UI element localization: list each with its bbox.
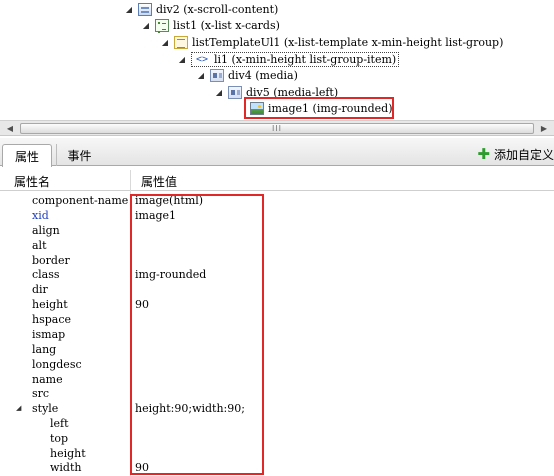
- property-row[interactable]: ismap: [0, 327, 554, 342]
- collapse-triangle-icon[interactable]: ◢: [177, 55, 187, 64]
- property-name: hspace: [32, 313, 71, 326]
- scroll-left-arrow-icon[interactable]: ◀: [2, 121, 18, 136]
- property-row[interactable]: xid image1: [0, 208, 554, 223]
- property-row[interactable]: border: [0, 253, 554, 268]
- code-icon: <>: [195, 54, 209, 65]
- tree-node-label: div4 (media): [228, 69, 298, 82]
- property-grid: 属性名 属性值 component-name image(html) xid i…: [0, 170, 554, 476]
- tree-node-li1[interactable]: ◢ <> li1 (x-min-height list-group-item): [177, 51, 400, 68]
- header-property-name: 属性名: [14, 175, 51, 189]
- ul-icon: [174, 36, 188, 49]
- tree-node-div5[interactable]: ◢ div5 (media-left): [214, 84, 338, 101]
- add-custom-label: 添加自定义: [493, 147, 554, 162]
- property-row[interactable]: src: [0, 386, 554, 401]
- image-icon: [250, 102, 264, 115]
- tab-events[interactable]: 事件: [56, 144, 102, 166]
- property-name: class: [32, 268, 60, 281]
- property-name: border: [32, 254, 70, 267]
- tree-node-image1[interactable]: image1 (img-rounded): [250, 100, 393, 117]
- property-name: name: [32, 373, 63, 386]
- list-icon: [155, 19, 169, 33]
- property-name: align: [32, 224, 60, 237]
- property-name: longdesc: [32, 358, 82, 371]
- collapse-triangle-icon[interactable]: ◢: [196, 71, 206, 80]
- tree-node-div4[interactable]: ◢ div4 (media): [196, 67, 298, 84]
- property-row[interactable]: longdesc: [0, 357, 554, 372]
- div-icon: [138, 3, 152, 16]
- property-row[interactable]: class img-rounded: [0, 267, 554, 282]
- property-row[interactable]: lang: [0, 342, 554, 357]
- property-value[interactable]: height:90;width:90;: [135, 401, 245, 416]
- scrollbar-thumb[interactable]: III: [20, 123, 534, 134]
- property-row-child[interactable]: width 90: [0, 460, 554, 475]
- property-row-child[interactable]: top: [0, 431, 554, 446]
- property-name: width: [50, 461, 82, 474]
- plus-icon: ✚: [477, 145, 490, 163]
- property-row-child[interactable]: left: [0, 416, 554, 431]
- property-row[interactable]: dir: [0, 282, 554, 297]
- tree-node-label: list1 (x-list x-cards): [173, 19, 280, 32]
- collapse-triangle-icon[interactable]: ◢: [124, 5, 134, 14]
- tree-node-label: listTemplateUl1 (x-list-template x-min-h…: [192, 36, 504, 49]
- property-name: left: [50, 417, 69, 430]
- collapse-triangle-icon[interactable]: ◢: [141, 21, 151, 30]
- scrollbar-grip-icon: III: [271, 123, 283, 133]
- property-row[interactable]: align: [0, 223, 554, 238]
- scroll-right-arrow-icon[interactable]: ▶: [536, 121, 552, 136]
- property-row-style[interactable]: ◢ style height:90;width:90;: [0, 401, 554, 416]
- property-row[interactable]: height 90: [0, 297, 554, 312]
- property-name: src: [32, 387, 50, 400]
- tree-node-label: div2 (x-scroll-content): [156, 3, 279, 16]
- header-property-value: 属性值: [141, 175, 178, 189]
- collapse-triangle-icon[interactable]: ◢: [214, 88, 224, 97]
- tab-label: 事件: [67, 148, 92, 163]
- property-name: dir: [32, 283, 48, 296]
- property-row[interactable]: alt: [0, 238, 554, 253]
- tab-label: 属性: [14, 149, 39, 164]
- collapse-triangle-icon[interactable]: ◢: [160, 38, 170, 47]
- property-row[interactable]: component-name image(html): [0, 193, 554, 208]
- property-name: alt: [32, 239, 47, 252]
- property-name: ismap: [32, 328, 66, 341]
- grid-header: 属性名 属性值: [0, 170, 554, 191]
- property-name: xid: [32, 209, 49, 222]
- horizontal-scrollbar[interactable]: ◀ III ▶: [0, 120, 554, 136]
- expand-triangle-icon[interactable]: ◢: [16, 401, 21, 416]
- tree-node-div2[interactable]: ◢ div2 (x-scroll-content): [124, 1, 278, 18]
- tab-properties[interactable]: 属性: [2, 144, 52, 167]
- tree-node-label: li1 (x-min-height list-group-item): [214, 53, 397, 66]
- property-value[interactable]: image(html): [135, 193, 203, 208]
- tree-node-list1[interactable]: ◢ list1 (x-list x-cards): [141, 17, 280, 34]
- property-row[interactable]: name: [0, 372, 554, 387]
- media-icon: [228, 86, 242, 99]
- tree-node-listTemplateUl1[interactable]: ◢ listTemplateUl1 (x-list-template x-min…: [160, 34, 503, 51]
- property-value[interactable]: img-rounded: [135, 267, 206, 282]
- property-name: top: [50, 432, 69, 445]
- component-tree: ◢ div2 (x-scroll-content) ◢ list1 (x-lis…: [0, 0, 554, 120]
- property-row-child[interactable]: height: [0, 446, 554, 461]
- tree-node-focus: <> li1 (x-min-height list-group-item): [191, 52, 400, 67]
- property-name: style: [32, 402, 59, 415]
- property-name: lang: [32, 343, 57, 356]
- property-name: height: [32, 298, 68, 311]
- property-value[interactable]: image1: [135, 208, 176, 223]
- property-value[interactable]: 90: [135, 297, 149, 312]
- property-name: component-name: [32, 194, 129, 207]
- property-row[interactable]: hspace: [0, 312, 554, 327]
- tree-node-label: div5 (media-left): [246, 86, 339, 99]
- tree-node-label: image1 (img-rounded): [268, 102, 393, 115]
- add-custom-button[interactable]: ✚ 添加自定义: [477, 144, 554, 164]
- media-icon: [210, 69, 224, 82]
- properties-tab-bar: 属性 事件 ✚ 添加自定义: [0, 138, 554, 167]
- property-name: height: [50, 447, 86, 460]
- property-value[interactable]: 90: [135, 460, 149, 475]
